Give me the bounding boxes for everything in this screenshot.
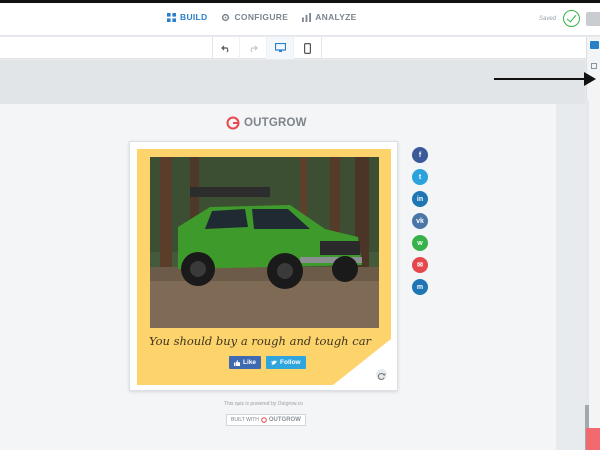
twitter-follow-label: Follow xyxy=(280,359,301,366)
mobile-icon xyxy=(304,42,311,54)
panel-settings-icon[interactable] xyxy=(591,63,597,69)
brand-logo: OUTGROW xyxy=(226,116,307,130)
tab-analyze-label: ANALYZE xyxy=(315,12,357,22)
desktop-view-button[interactable] xyxy=(267,37,294,59)
retake-button[interactable] xyxy=(376,369,387,380)
gear-icon xyxy=(222,13,230,21)
result-card-body: You should buy a rough and tough car Lik… xyxy=(137,149,391,385)
share-icons: f t in vk w ✉ m xyxy=(412,147,428,295)
built-with-badge[interactable]: BUILT WITH OUTGROW xyxy=(226,414,306,426)
result-image xyxy=(150,157,379,328)
result-card[interactable]: You should buy a rough and tough car Lik… xyxy=(129,141,398,391)
outgrow-small-icon xyxy=(261,417,267,423)
bar-chart-icon xyxy=(302,12,312,22)
built-with-brand: OUTGROW xyxy=(268,417,301,423)
twitter-follow-button[interactable]: Follow xyxy=(266,356,306,369)
annotation-arrow-head xyxy=(584,72,596,86)
linkedin-share-icon[interactable]: in xyxy=(412,191,428,207)
facebook-like-label: Like xyxy=(243,359,257,366)
tab-build-label: BUILD xyxy=(180,12,208,22)
redo-icon xyxy=(250,45,258,53)
powered-by-text: This quiz is powered by Outgrow.co xyxy=(224,401,303,407)
whatsapp-share-icon[interactable]: w xyxy=(412,235,428,251)
scrollbar-track[interactable] xyxy=(585,100,589,450)
refresh-icon xyxy=(377,373,386,380)
car-photo-illustration xyxy=(150,157,379,328)
result-headline: You should buy a rough and tough car xyxy=(149,334,372,348)
facebook-share-icon[interactable]: f xyxy=(412,147,428,163)
main-nav: BUILD CONFIGURE ANALYZE xyxy=(167,12,357,22)
window-top-border xyxy=(0,0,600,3)
tab-configure[interactable]: CONFIGURE xyxy=(221,12,288,22)
editor-toolbar xyxy=(0,37,600,59)
outgrow-logo-icon xyxy=(226,116,240,130)
tab-configure-label: CONFIGURE xyxy=(234,12,289,22)
email-share-icon[interactable]: ✉ xyxy=(412,257,428,273)
saved-check-icon xyxy=(563,10,580,27)
tab-analyze[interactable]: ANALYZE xyxy=(302,12,356,22)
undo-icon xyxy=(221,45,229,53)
brand-logo-text: OUTGROW xyxy=(244,117,307,129)
save-status: Saved xyxy=(538,16,556,22)
twitter-bird-icon xyxy=(271,360,277,365)
desktop-icon xyxy=(274,43,286,52)
built-with-label: BUILT WITH xyxy=(231,417,259,423)
help-button[interactable] xyxy=(586,428,600,450)
undo-button[interactable] xyxy=(213,37,240,59)
redo-button[interactable] xyxy=(240,37,267,59)
grid-icon xyxy=(167,12,176,22)
annotation-arrow-line xyxy=(494,78,584,80)
facebook-like-button[interactable]: Like xyxy=(229,356,262,369)
mobile-view-button[interactable] xyxy=(294,37,321,59)
social-follow-buttons: Like Follow xyxy=(229,356,306,369)
top-bar: BUILD CONFIGURE ANALYZE Saved xyxy=(0,0,600,36)
twitter-share-icon[interactable]: t xyxy=(412,169,428,185)
thumbs-up-icon xyxy=(234,359,240,366)
vk-share-icon[interactable]: vk xyxy=(412,213,428,229)
panel-layout-icon[interactable] xyxy=(590,41,599,49)
panel-toggle-button[interactable] xyxy=(586,12,600,26)
toolbar-group xyxy=(212,37,322,59)
messenger-share-icon[interactable]: m xyxy=(412,279,428,295)
tab-build[interactable]: BUILD xyxy=(167,12,207,22)
canvas-header-strip xyxy=(0,60,585,104)
